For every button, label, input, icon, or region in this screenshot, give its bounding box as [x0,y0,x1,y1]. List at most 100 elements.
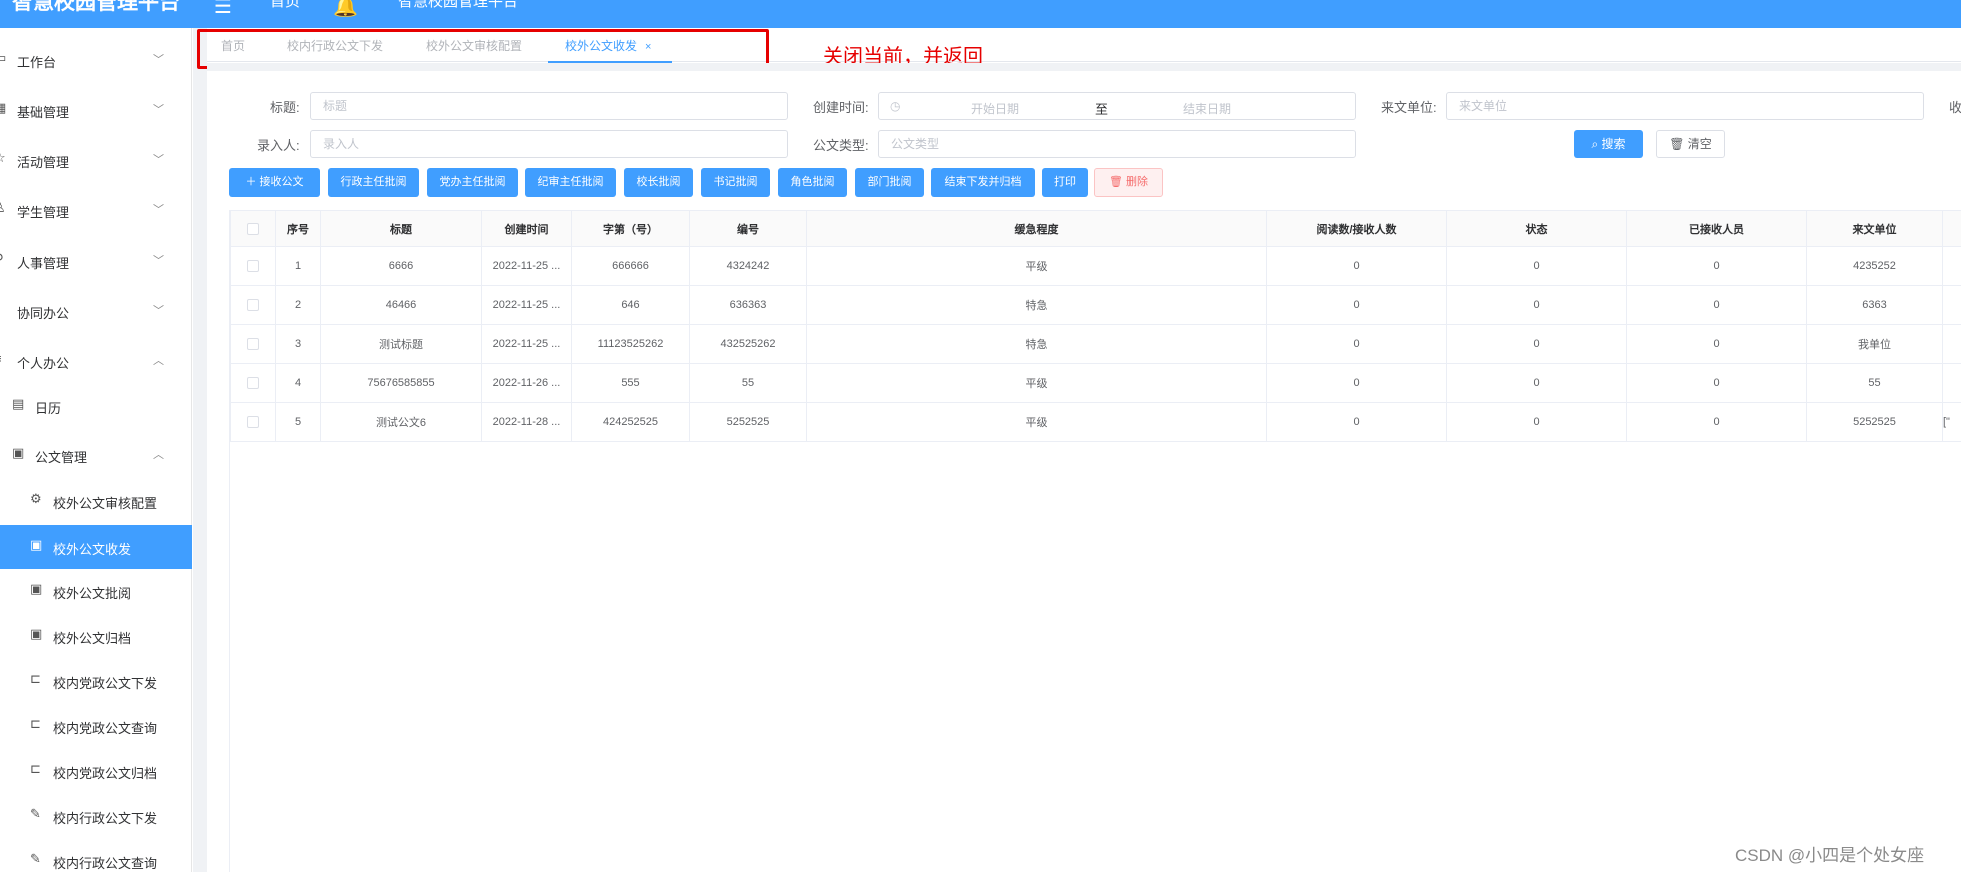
cell-title: 46466 [320,285,482,325]
cell-status: 0 [1446,363,1627,403]
trash-icon: 🗑︎ [1669,137,1688,151]
admin-director-approve-button[interactable]: 行政主任批阅 [328,168,419,197]
column-header[interactable]: 阅读数/接收人数 [1266,210,1447,247]
receive-document-button[interactable]: ＋ 接收公文 [229,168,320,197]
print-button[interactable]: 打印 [1042,168,1088,197]
column-header[interactable]: 状态 [1446,210,1627,247]
cell-sender: 6363 [1806,285,1943,325]
created-time-label: 创建时间: [813,100,869,115]
entry-person-field[interactable] [310,130,788,158]
cell-urgency: 平级 [806,363,1267,403]
cell-urgency: 特急 [806,285,1267,325]
search-button[interactable]: ⌕ 搜索 [1574,130,1643,158]
sidebar-item-students[interactable]: ♙ 学生管理 ﹀ [0,188,192,232]
sidebar-item-party-archive[interactable]: ⊏ 校内党政公文归档 [0,749,192,793]
cell-title: 6666 [320,246,482,286]
table-row[interactable]: 3 测试标题 2022-11-25 ... 11123525262 432525… [230,324,1961,364]
row-select-cell[interactable] [230,324,276,364]
doc-type-input[interactable] [891,137,1355,151]
column-header[interactable]: 字第（号） [571,210,690,247]
table-row[interactable]: 4 75676585855 2022-11-26 ... 555 55 平级 0… [230,363,1961,403]
chevron-down-icon: ﹀ [153,305,164,317]
column-header[interactable]: 缓急程度 [806,210,1267,247]
sidebar-item-personal[interactable]: ≡ 个人办公 ︿ [0,339,192,383]
sidebar-item-external-send-receive[interactable]: ▣ 校外公文收发 [0,525,192,569]
cell-code: 432525262 [689,324,807,364]
sidebar-item-activity[interactable]: ☆ 活动管理 ﹀ [0,138,192,182]
entry-person-input[interactable] [323,137,787,151]
header-home-link[interactable]: 首页 [270,0,300,11]
sidebar-item-external-approve[interactable]: ▣ 校外公文批阅 [0,569,192,613]
sidebar-item-workbench[interactable]: ▭ 工作台 ﹀ [0,38,192,82]
row-select-cell[interactable] [230,363,276,403]
sidebar-item-hr[interactable]: ⚲ 人事管理 ﹀ [0,239,192,283]
menu-toggle-icon[interactable]: ☰ [214,0,232,19]
checkbox[interactable] [247,299,259,312]
select-all-checkbox[interactable] [230,210,276,247]
clear-button[interactable]: 🗑︎ 清空 [1656,130,1725,158]
sidebar-item-collab[interactable]: › 协同办公 ﹀ [0,289,192,333]
table-row[interactable]: 1 6666 2022-11-25 ... 666666 4324242 平级 … [230,246,1961,286]
delete-button[interactable]: 🗑︎ 删除 [1094,168,1163,197]
cell-received: 0 [1626,402,1807,442]
search-icon: ⌕ [1591,137,1602,151]
sender-field[interactable] [1446,92,1924,120]
sidebar-item-party-dispatch[interactable]: ⊏ 校内党政公文下发 [0,659,192,703]
sidebar-item-basic[interactable]: ▦ 基础管理 ﹀ [0,88,192,132]
row-select-cell[interactable] [230,402,276,442]
folder-icon: ▣ [30,537,43,552]
discipline-director-approve-button[interactable]: 纪审主任批阅 [525,168,616,197]
cell-read: 0 [1266,324,1447,364]
sidebar-item-external-review-config[interactable]: ⚙ 校外公文审核配置 [0,479,192,523]
checkbox[interactable] [247,416,259,429]
send-icon: ⊏ [30,761,41,776]
header-title-link[interactable]: 智慧校园管理平台 [398,0,518,11]
row-select-cell[interactable] [230,285,276,325]
cell-code: 55 [689,363,807,403]
cell-received: 0 [1626,324,1807,364]
edit-icon: ✎ [30,851,41,866]
sidebar-item-admin-query[interactable]: ✎ 校内行政公文查询 [0,839,192,872]
party-director-approve-button[interactable]: 党办主任批阅 [427,168,518,197]
sidebar-item-party-query[interactable]: ⊏ 校内党政公文查询 [0,704,192,748]
checkbox[interactable] [247,222,259,235]
column-header[interactable]: 来文单位 [1806,210,1943,247]
sender-input[interactable] [1459,99,1923,113]
cell-read: 0 [1266,246,1447,286]
column-header[interactable]: 序号 [275,210,321,247]
date-range-picker[interactable]: ◷ 开始日期 至 结束日期 [878,92,1356,120]
plus-icon: ＋ [245,176,260,188]
cell-received: 0 [1626,285,1807,325]
principal-approve-button[interactable]: 校长批阅 [624,168,693,197]
table-row[interactable]: 5 测试公文6 2022-11-28 ... 424252525 5252525… [230,402,1961,442]
cell-code: 5252525 [689,402,807,442]
title-label: 标题: [270,100,300,115]
sidebar-item-document-mgmt[interactable]: ▣ 公文管理 ︿ [0,433,192,477]
row-select-cell[interactable] [230,246,276,286]
role-approve-button[interactable]: 角色批阅 [778,168,847,197]
doc-type-field[interactable] [878,130,1356,158]
checkbox[interactable] [247,338,259,351]
column-header[interactable]: 编号 [689,210,807,247]
department-approve-button[interactable]: 部门批阅 [855,168,924,197]
table-row[interactable]: 2 46466 2022-11-25 ... 646 636363 特急 0 0… [230,285,1961,325]
title-input[interactable] [323,99,787,113]
sidebar-item-calendar[interactable]: ▤ 日历 [0,384,192,428]
sidebar-item-external-archive[interactable]: ▣ 校外公文归档 [0,614,192,658]
column-header[interactable]: 标题 [320,210,482,247]
date-end[interactable]: 结束日期 [1183,100,1231,117]
brand-title: 智慧校园管理平台 [12,0,180,14]
chevron-down-icon: ﹀ [153,54,164,66]
sidebar-item-admin-dispatch[interactable]: ✎ 校内行政公文下发 [0,794,192,838]
date-start[interactable]: 开始日期 [971,100,1019,117]
checkbox[interactable] [247,260,259,273]
cell-zidi: 555 [571,363,690,403]
column-header[interactable]: 创建时间 [481,210,572,247]
secretary-approve-button[interactable]: 书记批阅 [701,168,770,197]
title-field[interactable] [310,92,788,120]
column-header[interactable]: 已接收人员 [1626,210,1807,247]
sidebar-gutter [193,28,207,872]
checkbox[interactable] [247,377,259,390]
bell-icon[interactable]: 🔔 [333,0,358,19]
end-dispatch-archive-button[interactable]: 结束下发并归档 [931,168,1035,197]
